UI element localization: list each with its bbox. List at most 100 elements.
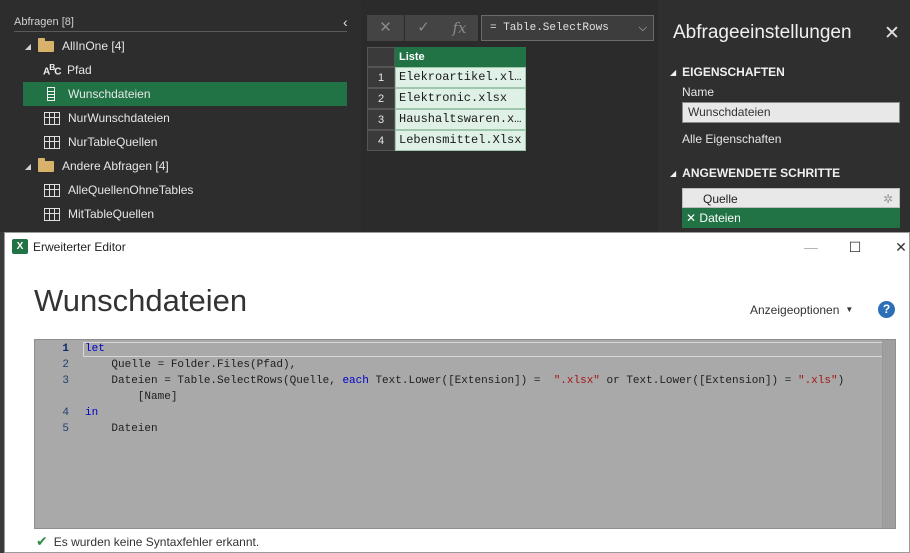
line-number: 4 <box>62 407 69 419</box>
view-options-dropdown[interactable]: Anzeigeoptionen ▼ <box>750 303 853 317</box>
fx-icon[interactable]: fx <box>441 15 478 41</box>
tree-item-label: NurWunschdateien <box>68 111 170 125</box>
tree-item-nurwunschdateien[interactable]: NurWunschdateien <box>0 106 347 130</box>
table-icon <box>44 111 60 125</box>
row-number[interactable]: 2 <box>367 88 395 109</box>
cancel-formula-icon[interactable]: ✕ <box>367 15 404 41</box>
column-header-liste[interactable]: Liste <box>395 47 526 67</box>
tree-item-label: AllInOne [4] <box>62 39 125 53</box>
code-text: or Text.Lower([Extension]) = <box>599 375 798 387</box>
code-line-3: Dateien = Table.SelectRows(Quelle, each … <box>85 375 844 387</box>
queries-header: Abfragen [8] <box>14 16 347 32</box>
maximize-button[interactable]: ☐ <box>835 235 875 259</box>
view-options-label: Anzeigeoptionen <box>750 303 840 317</box>
table-icon <box>44 183 60 197</box>
queries-pane: Abfragen [8] ‹ ◢ AllInOne [4] ABC Pfad W… <box>0 0 361 232</box>
text-type-icon: ABC <box>43 62 61 78</box>
tree-item-label: Andere Abfragen [4] <box>62 159 169 173</box>
tree-item-wunschdateien[interactable]: Wunschdateien <box>23 82 347 106</box>
tree-item-nurtablequellen[interactable]: NurTableQuellen <box>0 130 347 154</box>
folder-icon <box>38 37 54 52</box>
commit-formula-icon[interactable]: ✓ <box>405 15 442 41</box>
code-text: Dateien = Table.SelectRows(Quelle, <box>85 375 343 387</box>
line-number-gutter: 1 2 3 4 5 <box>35 340 75 528</box>
table-cell[interactable]: Haushaltswaren.x… <box>395 109 526 130</box>
tree-item-label: MitTableQuellen <box>68 207 155 221</box>
code-text: ) <box>837 375 845 387</box>
table-icon <box>44 207 60 221</box>
section-caret-icon: ◢ <box>670 68 677 77</box>
minimize-button[interactable]: — <box>791 235 831 259</box>
formula-input[interactable]: = Table.SelectRows ⌵ <box>481 15 654 41</box>
chevron-down-icon[interactable]: ⌵ <box>639 16 647 40</box>
step-label: Quelle <box>703 192 738 206</box>
folder-caret-icon[interactable]: ◢ <box>22 42 34 51</box>
step-quelle[interactable]: Quelle ✲ <box>682 188 900 208</box>
settings-title: Abfrageeinstellungen <box>673 22 852 43</box>
keyword: each <box>342 375 369 387</box>
tree-folder-andere[interactable]: ◢ Andere Abfragen [4] <box>0 154 347 178</box>
tree-item-mittablequellen[interactable]: MitTableQuellen <box>0 202 347 226</box>
list-type-icon <box>47 87 55 101</box>
folder-icon <box>38 157 54 172</box>
folder-caret-icon[interactable]: ◢ <box>22 162 34 171</box>
advanced-editor-dialog: X Erweiterter Editor — ☐ ✕ Wunschdateien… <box>4 232 910 553</box>
excel-icon: X <box>12 239 28 254</box>
table-cell[interactable]: Elektronic.xlsx <box>395 88 526 109</box>
formula-text: = Table.SelectRows <box>490 22 609 34</box>
line-number: 2 <box>62 359 69 371</box>
string-literal: ".xlsx" <box>553 375 600 387</box>
code-line-1: let <box>85 343 105 355</box>
applied-steps-heading: ANGEWENDETE SCHRITTE <box>682 166 841 180</box>
tree-item-label: Wunschdateien <box>68 87 151 101</box>
current-line-highlight <box>83 342 893 357</box>
code-line-3-wrap: [Name] <box>85 391 178 403</box>
row-number[interactable]: 4 <box>367 130 395 151</box>
tree-item-allequellenohnetables[interactable]: AlleQuellenOhneTables <box>0 178 347 202</box>
table-icon <box>44 135 60 149</box>
all-properties-link[interactable]: Alle Eigenschaften <box>682 132 781 146</box>
properties-heading: EIGENSCHAFTEN <box>682 65 785 79</box>
name-label: Name <box>682 85 715 99</box>
tree-folder-allinone[interactable]: ◢ AllInOne [4] <box>0 34 347 58</box>
string-literal: ".xls" <box>797 375 838 387</box>
step-label: Dateien <box>699 211 741 225</box>
step-dateien[interactable]: ✕ Dateien <box>682 208 900 228</box>
keyword: let <box>85 343 105 355</box>
help-icon[interactable]: ? <box>878 301 895 318</box>
tree-item-label: AlleQuellenOhneTables <box>68 183 194 197</box>
code-line-5: Dateien <box>85 423 158 435</box>
line-number: 3 <box>62 375 69 387</box>
status-message: Es wurden keine Syntaxfehler erkannt. <box>53 535 260 549</box>
formula-and-preview-area: ✕ ✓ fx = Table.SelectRows ⌵ Liste 1 Elek… <box>361 0 658 232</box>
close-icon[interactable]: ✕ <box>884 22 900 45</box>
row-number[interactable]: 1 <box>367 67 395 88</box>
dialog-titlebar[interactable]: X Erweiterter Editor — ☐ ✕ <box>5 233 909 261</box>
checkmark-icon: ✔ <box>36 533 48 549</box>
delete-step-icon[interactable]: ✕ <box>686 211 696 225</box>
applied-steps-section[interactable]: ◢ ANGEWENDETE SCHRITTE <box>670 166 840 180</box>
dialog-title: Erweiterter Editor <box>33 240 126 254</box>
line-number: 5 <box>62 423 69 435</box>
keyword: in <box>85 407 99 419</box>
code-line-2: Quelle = Folder.Files(Pfad), <box>85 359 297 371</box>
close-button[interactable]: ✕ <box>881 235 910 259</box>
collapse-pane-icon[interactable]: ‹ <box>343 14 348 30</box>
chevron-down-icon: ▼ <box>845 305 854 314</box>
code-editor[interactable]: 1 2 3 4 5 let Quelle = Folder.Files(Pfad… <box>34 339 896 529</box>
gear-icon[interactable]: ✲ <box>883 189 893 209</box>
code-line-4: in <box>85 407 98 419</box>
table-cell[interactable]: Lebensmittel.Xlsx <box>395 130 526 151</box>
code-text: Text.Lower([Extension]) = <box>368 375 554 387</box>
row-number[interactable]: 3 <box>367 109 395 130</box>
tree-item-pfad[interactable]: ABC Pfad <box>0 58 347 82</box>
query-name-field[interactable]: Wunschdateien <box>682 102 900 123</box>
vertical-scrollbar[interactable] <box>882 340 895 528</box>
line-number: 1 <box>62 343 69 355</box>
tree-item-label: NurTableQuellen <box>68 135 158 149</box>
grid-corner[interactable] <box>367 47 395 67</box>
section-caret-icon: ◢ <box>670 169 677 178</box>
table-cell[interactable]: Elekroartikel.xl… <box>395 67 526 88</box>
properties-section[interactable]: ◢ EIGENSCHAFTEN <box>670 65 785 79</box>
editor-heading: Wunschdateien <box>34 283 248 318</box>
